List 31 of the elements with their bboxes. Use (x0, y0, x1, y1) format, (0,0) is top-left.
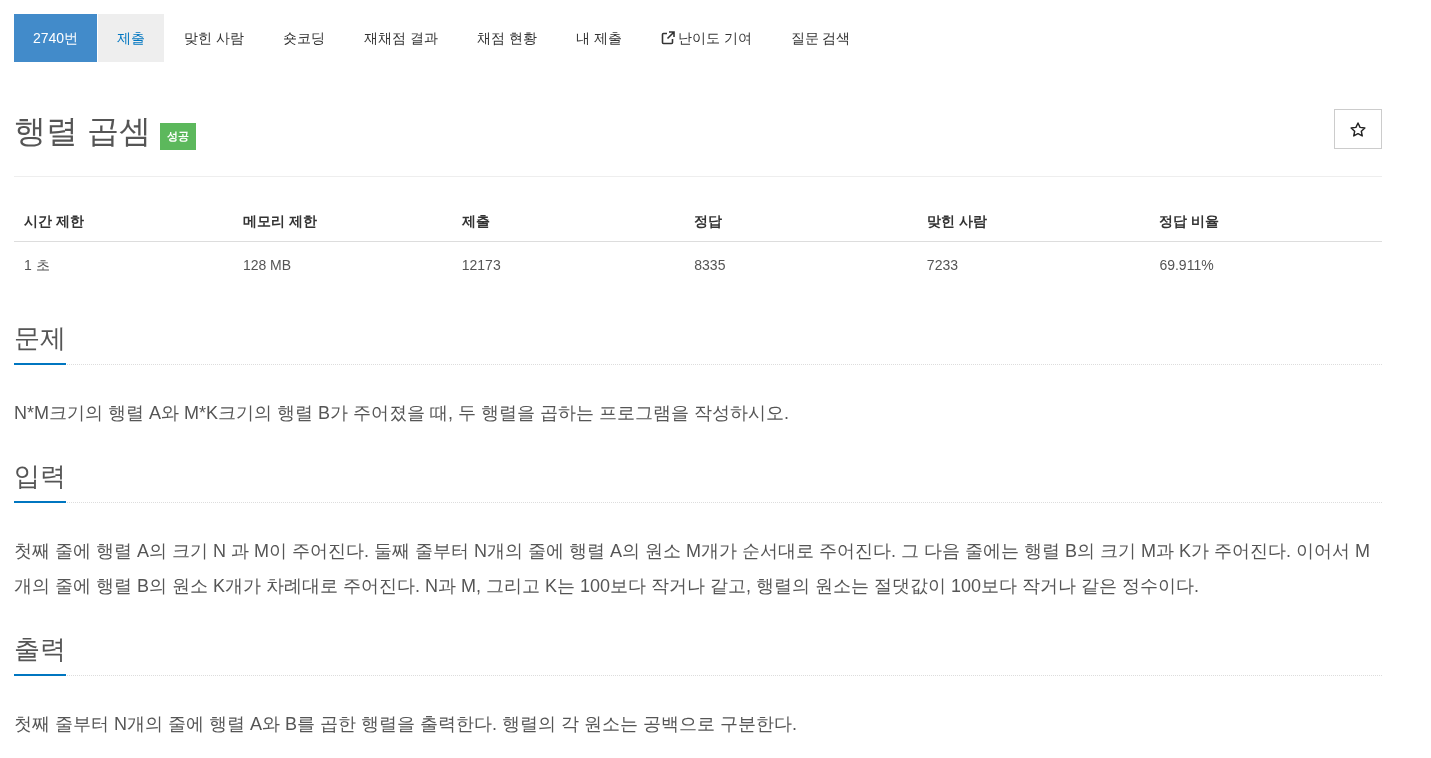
problem-title: 행렬 곱셈 (14, 112, 151, 151)
table-cell: 69.911% (1149, 241, 1382, 287)
nav-tab[interactable]: 재채점 결과 (345, 14, 457, 62)
section-heading: 출력 (14, 634, 66, 676)
nav-tab[interactable]: 맞힌 사람 (165, 14, 264, 62)
section-text: 첫째 줄부터 N개의 줄에 행렬 A와 B를 곱한 행렬을 출력한다. 행렬의 각 원소는 공백으로 구분한다. (14, 713, 799, 736)
section-heading: 문제 (14, 323, 66, 365)
nav-tab[interactable]: 제출 (98, 14, 165, 62)
nav-tab[interactable]: 숏코딩 (264, 14, 345, 62)
favorite-button[interactable] (1334, 109, 1382, 149)
column-header: 정답 (684, 200, 917, 242)
table-cell: 12173 (451, 241, 685, 287)
status-label: 성공 (159, 123, 196, 150)
nav-tab[interactable]: 2740번 (14, 14, 98, 62)
nav-tab[interactable]: 난이도 기여 (641, 14, 771, 62)
nav-tab[interactable]: 내 제출 (556, 14, 641, 62)
column-header: 메모리 제한 (232, 200, 452, 242)
table-cell: 128 MB (232, 241, 452, 287)
table-cell: 8335 (684, 241, 917, 287)
section-text: 첫째 줄에 행렬 A의 크기 N 과 M이 주어진다. 둘째 줄부터 N개의 줄에 행렬 A의 원소 M개가 순서대로 주어진다. 그 다음 줄에는 행렬 B의 크기 M과 K가 주어진다. 이어서 M개의 줄에 행렬 B의 원소 K개가 차례대로 주어진다. N과 M, 그리고 K는 100보다 작거나 같고, 행렬의 원소는 절댓값이 100보다 작거나 같은 정수이다. (14, 540, 1372, 598)
section-text: N*M크기의 행렬 A와 M*K크기의 행렬 B가 주어졌을 때, 두 행렬을 곱하는 프로그램을 작성하시오. (14, 402, 791, 425)
table-cell: 1 초 (14, 241, 233, 287)
column-header: 제출 (451, 200, 685, 242)
nav-tab[interactable]: 질문 검색 (771, 14, 870, 62)
section-heading: 입력 (14, 461, 66, 503)
column-header: 시간 제한 (14, 200, 233, 242)
nav-tab[interactable]: 채점 현황 (457, 14, 556, 62)
external-link-icon (660, 31, 675, 45)
column-header: 정답 비율 (1149, 200, 1382, 242)
column-header: 맞힌 사람 (916, 200, 1150, 242)
table-cell: 7233 (916, 241, 1150, 287)
